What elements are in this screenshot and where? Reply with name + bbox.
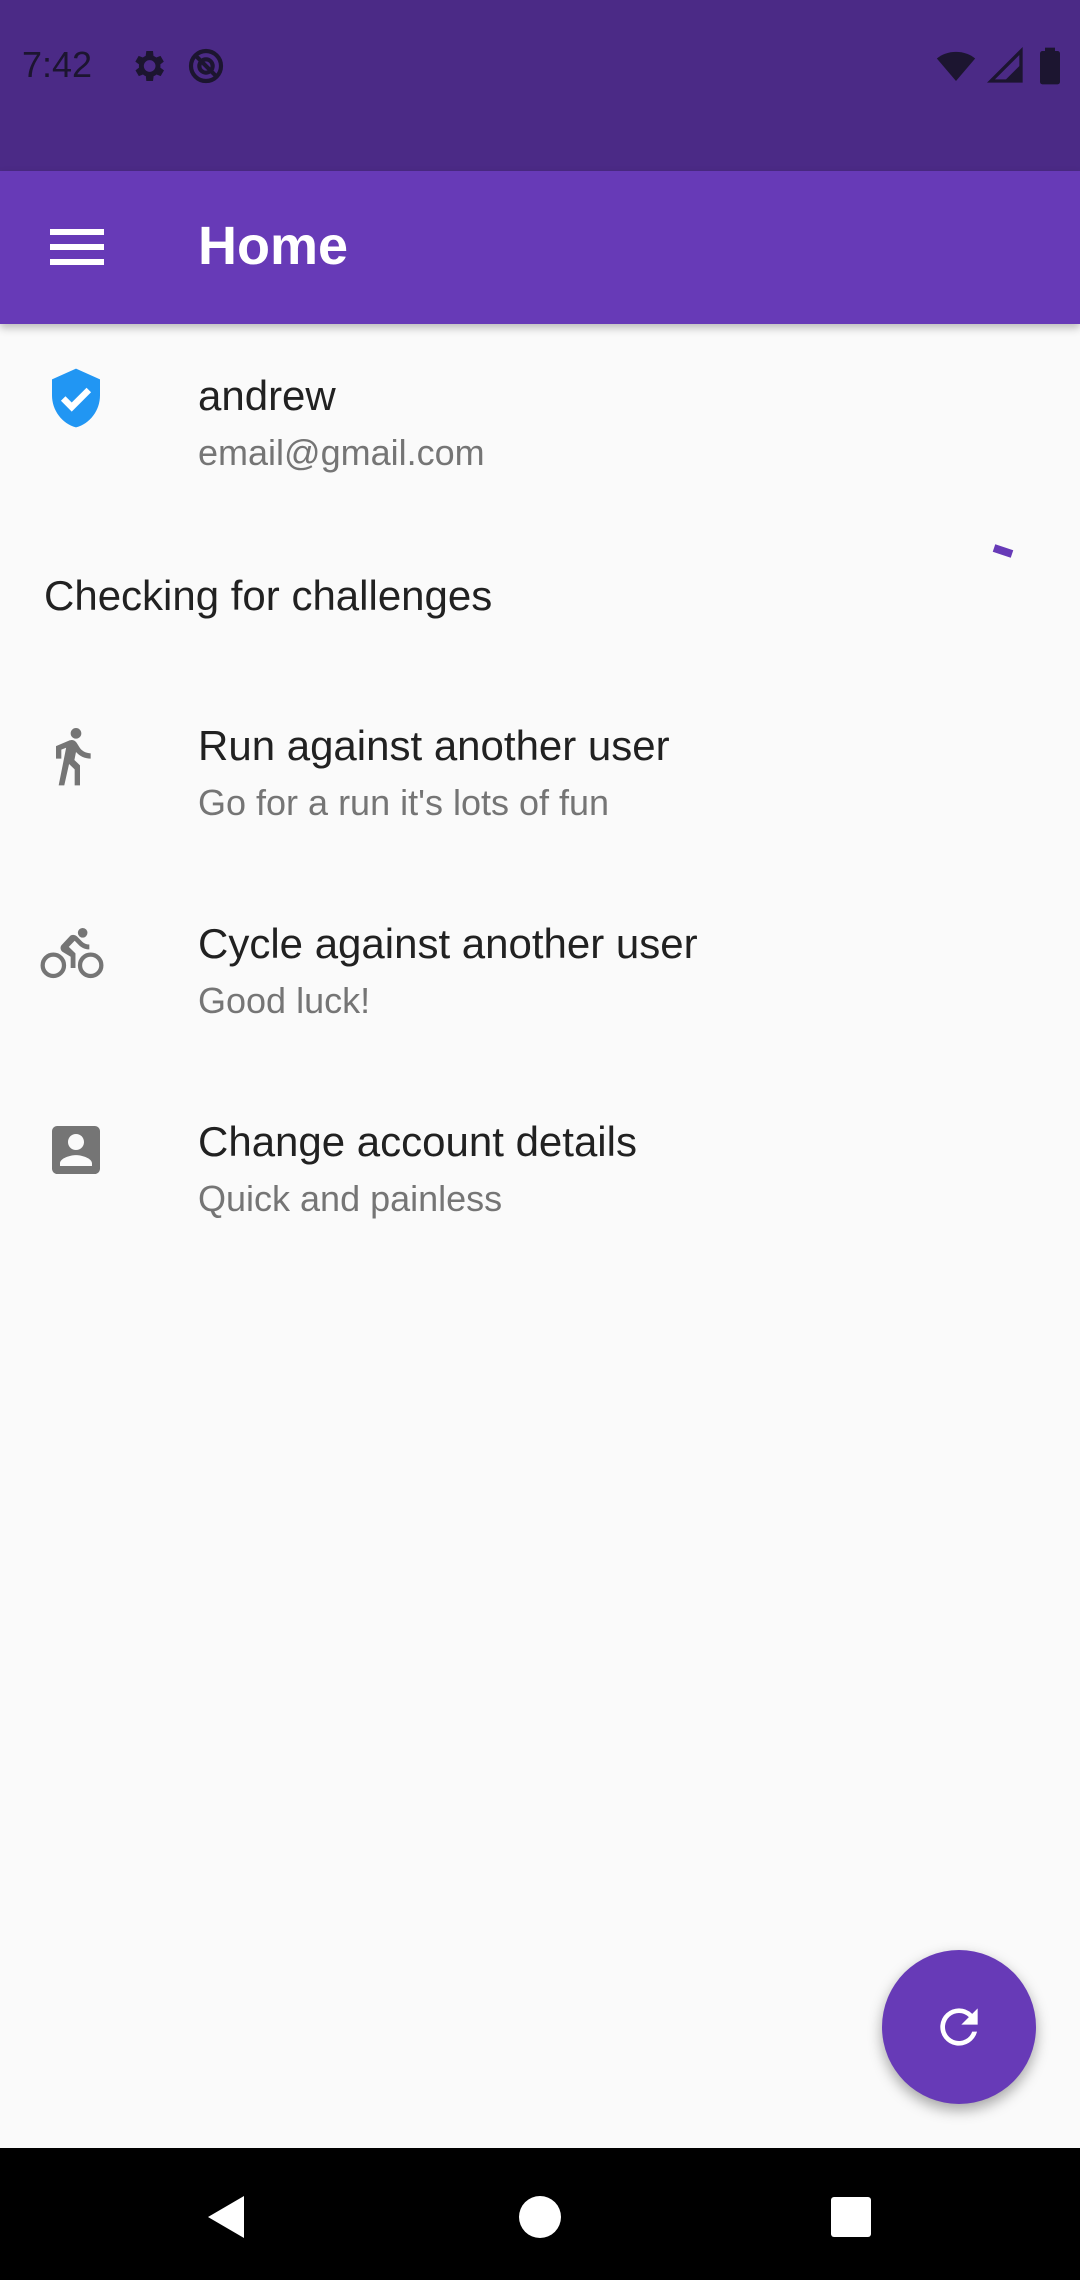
list-item-subtitle: Good luck! — [198, 980, 371, 1021]
recents-icon[interactable] — [826, 2192, 876, 2242]
run-icon — [56, 728, 91, 786]
user-email: email@gmail.com — [198, 432, 485, 473]
page-title: Home — [198, 216, 349, 276]
loading-spinner — [992, 544, 1014, 558]
list-item-title: Cycle against another user — [198, 920, 698, 967]
list-item-title: Run against another user — [198, 722, 670, 769]
status-time: 7:42 — [22, 44, 93, 85]
list-item-run[interactable]: Run against another user Go for a run it… — [0, 700, 1080, 890]
home-icon[interactable] — [515, 2192, 565, 2242]
signal-icon — [986, 46, 1023, 83]
refresh-icon — [940, 2008, 978, 2046]
list-item-title: Change account details — [198, 1118, 637, 1165]
refresh-fab[interactable] — [882, 1950, 1036, 2104]
challenges-status-label: Checking for challenges — [44, 572, 493, 619]
screen: 7:42 Home andrew email@gmail.com Checkin… — [0, 0, 1080, 2280]
list-item-subtitle: Go for a run it's lots of fun — [198, 782, 610, 823]
wifi-icon — [936, 51, 976, 81]
verified-shield-icon — [52, 368, 100, 428]
app-bar: Home — [0, 171, 1080, 324]
user-name: andrew — [198, 372, 336, 419]
status-right-icons — [936, 46, 1064, 86]
list-item-subtitle: Quick and painless — [198, 1178, 503, 1219]
account-box-icon — [52, 1126, 100, 1174]
battery-icon — [1040, 47, 1060, 85]
navigation-bar — [0, 2148, 1080, 2280]
status-bar: 7:42 — [0, 0, 1080, 171]
list-item-account[interactable]: Change account details Quick and painles… — [0, 1096, 1080, 1286]
hamburger-menu-icon[interactable] — [50, 227, 104, 267]
user-info: andrew email@gmail.com — [0, 324, 1080, 524]
bike-icon — [40, 928, 104, 979]
list-item-cycle[interactable]: Cycle against another user Good luck! — [0, 898, 1080, 1088]
gear-icon — [135, 51, 164, 81]
sync-disabled-icon — [188, 48, 224, 84]
back-icon[interactable] — [202, 2192, 252, 2242]
